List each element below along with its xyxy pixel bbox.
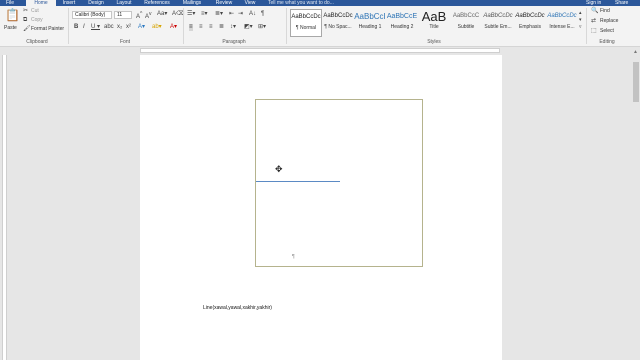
align-right-icon[interactable]: ≡ bbox=[209, 24, 213, 31]
ribbon-divider bbox=[286, 8, 287, 44]
style-subtle-emphasis[interactable]: AaBbCcDc Subtle Em... bbox=[482, 9, 514, 37]
style-subtitle[interactable]: AaBbCcC Subtitle bbox=[450, 9, 482, 37]
change-case-icon[interactable]: Aa▾ bbox=[157, 11, 167, 18]
move-cursor-icon: ✥ bbox=[275, 164, 283, 174]
document-area: ✥ ¶ Line(xawal,yawal,xakhir,yakhir) bbox=[8, 55, 632, 360]
style-name: Title bbox=[429, 24, 439, 30]
style-sample: AaBbCcDc bbox=[291, 14, 321, 20]
strikethrough-icon[interactable]: abc bbox=[104, 24, 114, 31]
cut-icon[interactable]: ✂ bbox=[23, 8, 28, 15]
clipboard-group-label: Clipboard bbox=[26, 39, 48, 45]
italic-icon[interactable]: I bbox=[83, 24, 85, 31]
borders-icon[interactable]: ⊞▾ bbox=[258, 24, 266, 31]
shading-icon[interactable]: ◩▾ bbox=[244, 24, 253, 31]
bold-icon[interactable]: B bbox=[74, 24, 78, 31]
ribbon: 📋 Paste ✂ Cut ⧉ Copy 🖌 Format Painter Cl… bbox=[0, 6, 640, 47]
styles-group-label: Styles bbox=[427, 39, 441, 45]
editing-group-label: Editing bbox=[599, 39, 615, 45]
style-emphasis[interactable]: AaBbCcDc Emphasis bbox=[514, 9, 546, 37]
shrink-font-icon[interactable]: Av bbox=[145, 11, 152, 21]
style-heading-1[interactable]: AaBbCcI Heading 1 bbox=[354, 9, 386, 37]
paragraph-group-label: Paragraph bbox=[222, 39, 246, 45]
style-sample: AaBbCcDc bbox=[547, 13, 577, 19]
align-left-icon[interactable]: ≡ bbox=[189, 24, 193, 31]
show-marks-icon[interactable]: ¶ bbox=[261, 11, 264, 18]
vertical-scrollbar[interactable]: ▲ bbox=[632, 47, 640, 360]
decrease-indent-icon[interactable]: ⇤ bbox=[229, 11, 234, 18]
drawing-canvas[interactable]: ✥ bbox=[255, 99, 423, 267]
replace-button[interactable]: Replace bbox=[600, 18, 618, 25]
superscript-icon[interactable]: x² bbox=[126, 24, 131, 31]
select-icon[interactable]: ⬚ bbox=[591, 28, 597, 35]
style-intense-emphasis[interactable]: AaBbCcDc Intense E... bbox=[546, 9, 578, 37]
increase-indent-icon[interactable]: ⇥ bbox=[238, 11, 243, 18]
underline-icon[interactable]: U ▾ bbox=[91, 24, 100, 31]
drawn-line[interactable] bbox=[256, 181, 340, 182]
document-page[interactable]: ✥ ¶ Line(xawal,yawal,xakhir,yakhir) bbox=[140, 55, 502, 360]
font-color-icon[interactable]: A▾ bbox=[170, 24, 177, 31]
style-no-spacing[interactable]: AaBbCcDc ¶ No Spac... bbox=[322, 9, 354, 37]
font-size-select[interactable]: 11 bbox=[114, 11, 132, 19]
styles-scroll-icon[interactable]: ▴ ▾ ▿ bbox=[579, 10, 582, 31]
paste-icon[interactable]: 📋 bbox=[5, 9, 20, 21]
style-sample: AaBbCcDc bbox=[515, 13, 545, 19]
style-title[interactable]: AaB Title bbox=[418, 9, 450, 37]
style-sample: AaBbCcDc bbox=[323, 13, 353, 19]
font-family-select[interactable]: Calibri (Body) bbox=[72, 11, 112, 19]
ribbon-divider bbox=[68, 8, 69, 44]
copy-icon[interactable]: ⧉ bbox=[23, 17, 27, 24]
vertical-ruler[interactable] bbox=[0, 55, 8, 360]
style-sample: AaB bbox=[421, 9, 447, 24]
scroll-thumb[interactable] bbox=[633, 62, 639, 102]
select-button[interactable]: Select bbox=[600, 28, 614, 35]
paragraph-mark: ¶ bbox=[292, 254, 295, 260]
replace-icon[interactable]: ⇄ bbox=[591, 18, 596, 25]
highlight-icon[interactable]: ab▾ bbox=[152, 24, 162, 31]
ribbon-divider bbox=[586, 8, 587, 44]
justify-icon[interactable]: ≣ bbox=[219, 24, 224, 31]
numbering-icon[interactable]: ≡▾ bbox=[201, 11, 208, 18]
style-name: Subtitle bbox=[457, 24, 475, 30]
ribbon-divider bbox=[183, 8, 184, 44]
style-heading-2[interactable]: AaBbCcE Heading 2 bbox=[386, 9, 418, 37]
style-name: Emphasis bbox=[519, 24, 541, 30]
multilevel-list-icon[interactable]: ≣▾ bbox=[215, 11, 223, 18]
cut-button[interactable]: Cut bbox=[31, 8, 39, 15]
line-spacing-icon[interactable]: ↕▾ bbox=[230, 24, 236, 31]
style-name: Heading 2 bbox=[390, 24, 414, 30]
subscript-icon[interactable]: x₂ bbox=[117, 24, 122, 31]
style-name: Heading 1 bbox=[358, 24, 382, 30]
text-effects-icon[interactable]: A▾ bbox=[138, 24, 145, 31]
bullets-icon[interactable]: ☰▾ bbox=[187, 11, 195, 18]
copy-button[interactable]: Copy bbox=[31, 17, 43, 24]
style-name: Intense E... bbox=[549, 24, 575, 30]
style-sample: AaBbCcE bbox=[386, 13, 418, 20]
find-icon[interactable]: 🔍 bbox=[591, 8, 598, 15]
style-sample: AaBbCcI bbox=[354, 12, 386, 21]
vertical-ruler-track bbox=[2, 55, 7, 360]
font-group-label: Font bbox=[119, 39, 130, 45]
paste-button[interactable]: Paste bbox=[4, 25, 17, 32]
style-name: ¶ Normal bbox=[295, 25, 317, 31]
horizontal-ruler[interactable] bbox=[0, 47, 640, 55]
style-name: ¶ No Spac... bbox=[324, 24, 352, 30]
sort-icon[interactable]: A↓ bbox=[249, 11, 256, 18]
style-name: Subtle Em... bbox=[484, 24, 512, 30]
style-sample: AaBbCcC bbox=[452, 13, 480, 19]
format-painter-button[interactable]: Format Painter bbox=[31, 26, 64, 33]
align-center-icon[interactable]: ≡ bbox=[199, 24, 203, 31]
scroll-up-icon[interactable]: ▲ bbox=[633, 49, 638, 55]
ruler-track bbox=[140, 48, 500, 53]
format-painter-icon[interactable]: 🖌 bbox=[23, 26, 31, 33]
style-normal[interactable]: AaBbCcDc ¶ Normal bbox=[290, 9, 322, 37]
grow-font-icon[interactable]: A^ bbox=[136, 11, 142, 21]
find-button[interactable]: Find bbox=[600, 8, 610, 15]
style-sample: AaBbCcDc bbox=[483, 13, 513, 19]
document-body-text[interactable]: Line(xawal,yawal,xakhir,yakhir) bbox=[203, 305, 272, 311]
